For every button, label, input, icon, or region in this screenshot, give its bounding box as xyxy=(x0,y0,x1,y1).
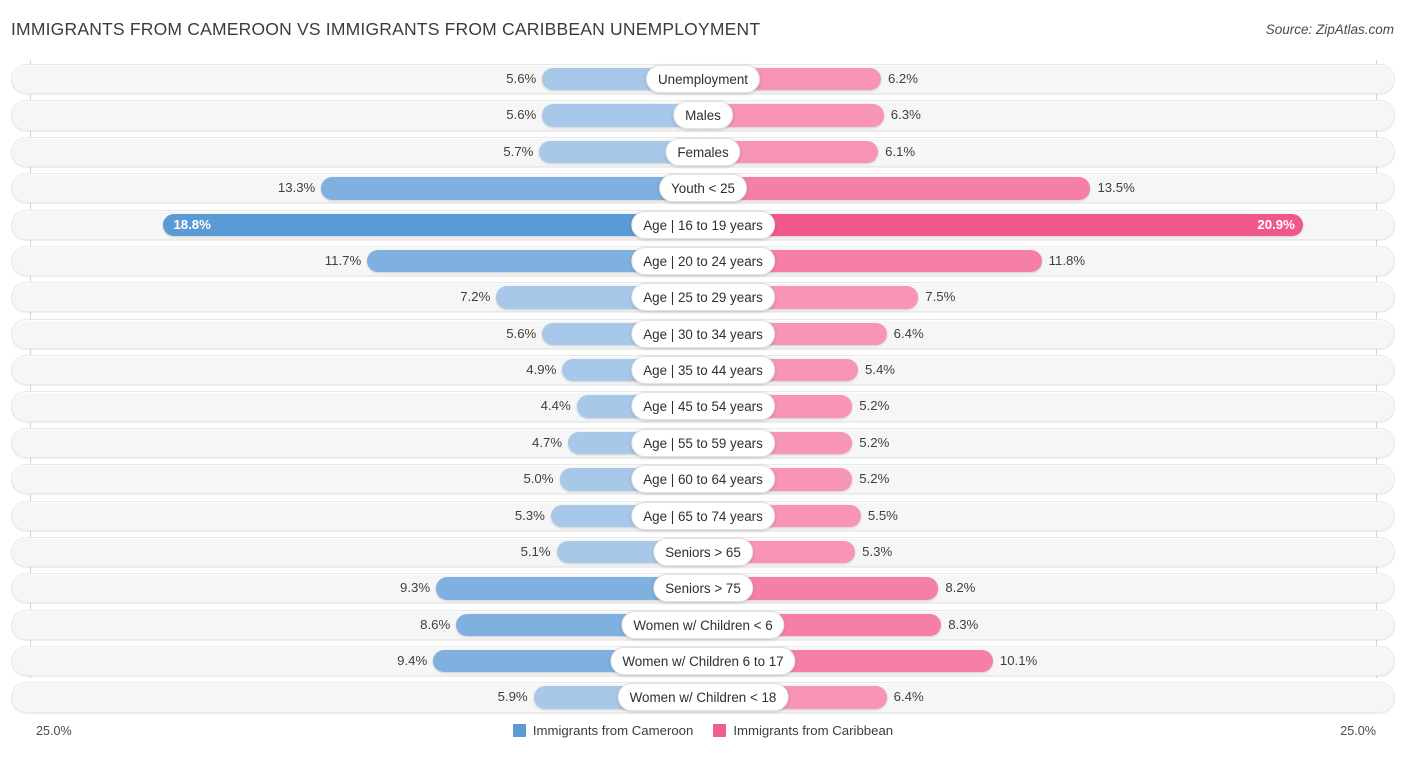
value-label-left: 13.3% xyxy=(277,180,316,196)
bar-row: 9.3% 8.2% Seniors > 75 xyxy=(0,573,1406,604)
value-label-left: 11.7% xyxy=(324,252,362,268)
chart-header: IMMIGRANTS FROM CAMEROON VS IMMIGRANTS F… xyxy=(0,0,1406,58)
bar-row: 8.6% 8.3% Women w/ Children < 6 xyxy=(0,609,1406,640)
value-label-left: 5.6% xyxy=(506,325,537,341)
value-label-right: 8.3% xyxy=(948,616,979,632)
category-label-pill[interactable]: Age | 65 to 74 years xyxy=(631,501,775,530)
chart-page: IMMIGRANTS FROM CAMEROON VS IMMIGRANTS F… xyxy=(0,0,1406,757)
value-label-right: 20.9% xyxy=(1257,216,1295,232)
bar-row: 5.6% 6.2% Unemployment xyxy=(0,64,1406,95)
bar-row: 5.3% 5.5% Age | 65 to 74 years xyxy=(0,500,1406,531)
chart-footer: 25.0% 25.0% Immigrants from Cameroon Immi… xyxy=(0,718,1406,757)
value-label-left: 18.8% xyxy=(173,216,211,232)
legend-swatch xyxy=(713,724,727,737)
bar-row: 9.4% 10.1% Women w/ Children 6 to 17 xyxy=(0,646,1406,677)
category-label-pill[interactable]: Age | 60 to 64 years xyxy=(631,465,775,494)
legend-swatch xyxy=(512,724,526,737)
bar-row: 4.4% 5.2% Age | 45 to 54 years xyxy=(0,391,1406,422)
category-label-pill[interactable]: Age | 55 to 59 years xyxy=(631,428,775,457)
category-label-pill[interactable]: Males xyxy=(673,101,733,130)
bar-row: 18.8% 20.9% Age | 16 to 19 years xyxy=(0,209,1406,240)
legend-item[interactable]: Immigrants from Cameroon xyxy=(512,723,694,738)
value-label-right: 5.2% xyxy=(859,398,890,414)
value-label-right: 5.5% xyxy=(867,507,898,523)
value-label-left: 4.4% xyxy=(540,398,571,414)
category-label-pill[interactable]: Age | 16 to 19 years xyxy=(631,210,775,239)
bar-row: 5.0% 5.2% Age | 60 to 64 years xyxy=(0,464,1406,495)
value-label-right: 6.4% xyxy=(893,325,924,341)
value-label-left: 5.3% xyxy=(514,507,545,523)
category-label-pill[interactable]: Unemployment xyxy=(645,65,761,93)
value-label-right: 6.2% xyxy=(887,71,918,86)
page-title: IMMIGRANTS FROM CAMEROON VS IMMIGRANTS F… xyxy=(11,19,761,39)
bar-left-cameroon xyxy=(163,213,703,236)
value-label-right: 6.4% xyxy=(893,689,924,705)
category-label-pill[interactable]: Age | 20 to 24 years xyxy=(631,246,775,275)
category-label-pill[interactable]: Youth < 25 xyxy=(659,174,747,203)
category-label-pill[interactable]: Age | 25 to 29 years xyxy=(631,283,775,312)
value-label-right: 8.2% xyxy=(945,580,976,596)
value-label-left: 7.2% xyxy=(460,289,491,305)
value-label-left: 4.9% xyxy=(526,362,557,377)
legend-label: Immigrants from Caribbean xyxy=(733,723,894,738)
category-label-pill[interactable]: Age | 45 to 54 years xyxy=(631,392,775,421)
value-label-left: 5.0% xyxy=(523,471,554,487)
category-label-pill[interactable]: Age | 35 to 44 years xyxy=(631,356,775,384)
value-label-right: 5.2% xyxy=(859,434,890,450)
source-attribution: Source: ZipAtlas.com xyxy=(1265,22,1394,37)
bar-row: 5.7% 6.1% Females xyxy=(0,136,1406,167)
chart-legend: Immigrants from Cameroon Immigrants from … xyxy=(0,723,1406,738)
value-label-left: 5.6% xyxy=(506,71,537,86)
bar-row: 5.6% 6.4% Age | 30 to 34 years xyxy=(0,318,1406,349)
value-label-right: 6.1% xyxy=(885,143,916,159)
value-label-left: 4.7% xyxy=(532,434,563,450)
bar-right-caribbean xyxy=(703,213,1303,236)
bar-row: 4.7% 5.2% Age | 55 to 59 years xyxy=(0,427,1406,458)
legend-item[interactable]: Immigrants from Caribbean xyxy=(713,723,893,738)
value-label-right: 5.4% xyxy=(864,362,896,377)
bar-row: 4.9% 5.4% Age | 35 to 44 years xyxy=(0,355,1406,386)
category-label-pill[interactable]: Age | 30 to 34 years xyxy=(631,319,775,348)
value-label-left: 5.7% xyxy=(503,143,534,159)
value-label-left: 9.3% xyxy=(400,580,431,596)
bar-row: 13.3% 13.5% Youth < 25 xyxy=(0,173,1406,204)
bar-row: 11.7% 11.8% Age | 20 to 24 years xyxy=(0,245,1406,277)
value-label-left: 5.1% xyxy=(520,543,551,559)
category-label-pill[interactable]: Seniors > 75 xyxy=(653,574,753,603)
bar-row: 7.2% 7.5% Age | 25 to 29 years xyxy=(0,282,1406,313)
value-label-right: 13.5% xyxy=(1097,180,1135,196)
category-label-pill[interactable]: Women w/ Children < 18 xyxy=(617,683,789,712)
chart-plot-area: 5.6% 6.2% Unemployment 5.6% 6.3% Males 5.7% 6.1… xyxy=(0,60,1406,718)
value-label-left: 5.9% xyxy=(497,689,528,705)
value-label-right: 10.1% xyxy=(999,653,1038,668)
value-label-left: 5.6% xyxy=(506,107,537,123)
legend-label: Immigrants from Cameroon xyxy=(532,723,694,738)
value-label-left: 9.4% xyxy=(397,653,428,668)
bar-row: 5.6% 6.3% Males xyxy=(0,100,1406,131)
value-label-right: 5.2% xyxy=(859,471,890,487)
bar-right-caribbean xyxy=(703,177,1091,200)
category-label-pill[interactable]: Women w/ Children < 6 xyxy=(621,610,785,639)
category-label-pill[interactable]: Women w/ Children 6 to 17 xyxy=(610,647,796,675)
value-label-right: 7.5% xyxy=(925,289,956,305)
bar-row: 5.9% 6.4% Women w/ Children < 18 xyxy=(0,682,1406,713)
bar-left-cameroon xyxy=(321,177,703,200)
value-label-right: 5.3% xyxy=(862,543,893,559)
bar-row: 5.1% 5.3% Seniors > 65 xyxy=(0,536,1406,568)
bar-rows-container: 5.6% 6.2% Unemployment 5.6% 6.3% Males 5.7% 6.1… xyxy=(0,64,1406,719)
value-label-right: 11.8% xyxy=(1048,252,1086,268)
category-label-pill[interactable]: Seniors > 65 xyxy=(653,537,753,566)
value-label-right: 6.3% xyxy=(890,107,921,123)
category-label-pill[interactable]: Females xyxy=(665,137,741,166)
value-label-left: 8.6% xyxy=(420,616,451,632)
